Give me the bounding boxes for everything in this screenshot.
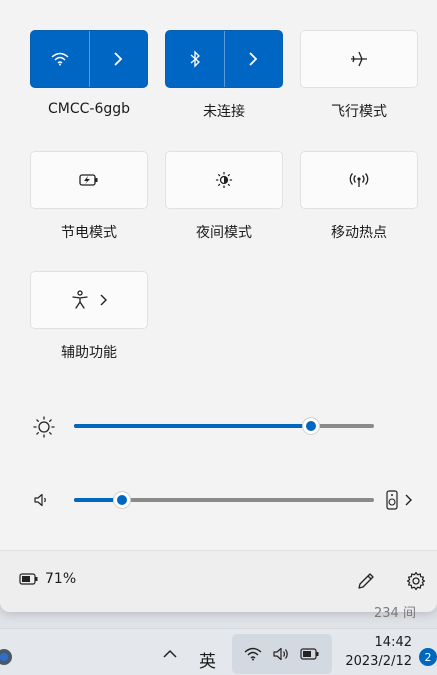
airplane-icon [351, 51, 367, 67]
wifi-label: CMCC-6ggb [47, 101, 131, 117]
show-hidden-icons-button[interactable] [160, 643, 180, 665]
accessibility-icon [72, 290, 88, 309]
volume-slider[interactable] [74, 491, 374, 509]
background-window-text: 234 间 [374, 606, 416, 621]
wifi-icon [244, 647, 262, 661]
clock-time: 14:42 [374, 635, 412, 650]
airplane-tile[interactable] [300, 30, 418, 88]
accessibility-label: 辅助功能 [61, 345, 117, 361]
accessibility-tile[interactable] [30, 271, 148, 329]
bluetooth-toggle[interactable] [166, 31, 224, 87]
brightness-slider-fill [74, 424, 311, 428]
chevron-right-icon [100, 294, 107, 306]
night-light-icon [215, 171, 233, 189]
taskbar-app-icon[interactable] [0, 647, 14, 667]
gear-icon [406, 571, 426, 591]
bluetooth-label: 未连接 [203, 104, 245, 120]
chevron-right-icon [405, 494, 412, 506]
wifi-icon [51, 52, 69, 66]
audio-output-button[interactable] [386, 489, 422, 511]
wifi-toggle[interactable] [31, 31, 89, 87]
battery-icon [300, 648, 319, 660]
quick-settings-footer: 71% [0, 550, 437, 612]
hotspot-tile[interactable] [300, 151, 418, 209]
speaker-icon [273, 647, 288, 661]
bluetooth-expand-button[interactable] [223, 31, 283, 87]
bluetooth-icon [190, 50, 200, 68]
input-method-indicator[interactable]: 英 [199, 647, 216, 672]
battery-icon [19, 573, 38, 585]
speaker-device-icon [386, 490, 398, 510]
brightness-slider-thumb[interactable] [302, 417, 320, 435]
clock[interactable]: 14:42 2023/2/12 [336, 633, 412, 671]
chevron-right-icon [114, 52, 123, 66]
wifi-tile[interactable] [30, 30, 148, 88]
brightness-slider[interactable] [74, 417, 374, 435]
edit-button[interactable] [354, 569, 378, 593]
settings-button[interactable] [404, 569, 428, 593]
chevron-up-icon [163, 649, 177, 658]
hotspot-icon [349, 173, 369, 187]
hotspot-label: 移动热点 [331, 225, 387, 241]
gear-icon [0, 649, 12, 665]
brightness-icon [33, 416, 55, 438]
airplane-label: 飞行模式 [331, 104, 387, 120]
battery-saver-tile[interactable] [30, 151, 148, 209]
chevron-right-icon [249, 52, 258, 66]
clock-date: 2023/2/12 [345, 654, 412, 669]
battery-saver-label: 节电模式 [61, 225, 117, 241]
battery-percentage: 71% [45, 571, 77, 587]
volume-slider-thumb[interactable] [113, 491, 131, 509]
bluetooth-tile[interactable] [165, 30, 283, 88]
notification-badge[interactable]: 2 [419, 648, 437, 666]
battery-status[interactable]: 71% [19, 571, 76, 587]
night-light-tile[interactable] [165, 151, 283, 209]
pencil-icon [358, 573, 374, 589]
wifi-expand-button[interactable] [88, 31, 148, 87]
night-light-label: 夜间模式 [196, 225, 252, 241]
battery-saver-icon [79, 174, 98, 186]
system-tray-quick-settings[interactable] [232, 634, 332, 674]
taskbar: 英 14:42 2023/2/12 2 [0, 628, 437, 675]
speaker-icon [34, 493, 46, 507]
quick-settings-panel: CMCC-6ggb 未连接 飞行模式 节电模式 夜间模式 移动热点 辅助功能 7… [0, 0, 437, 612]
